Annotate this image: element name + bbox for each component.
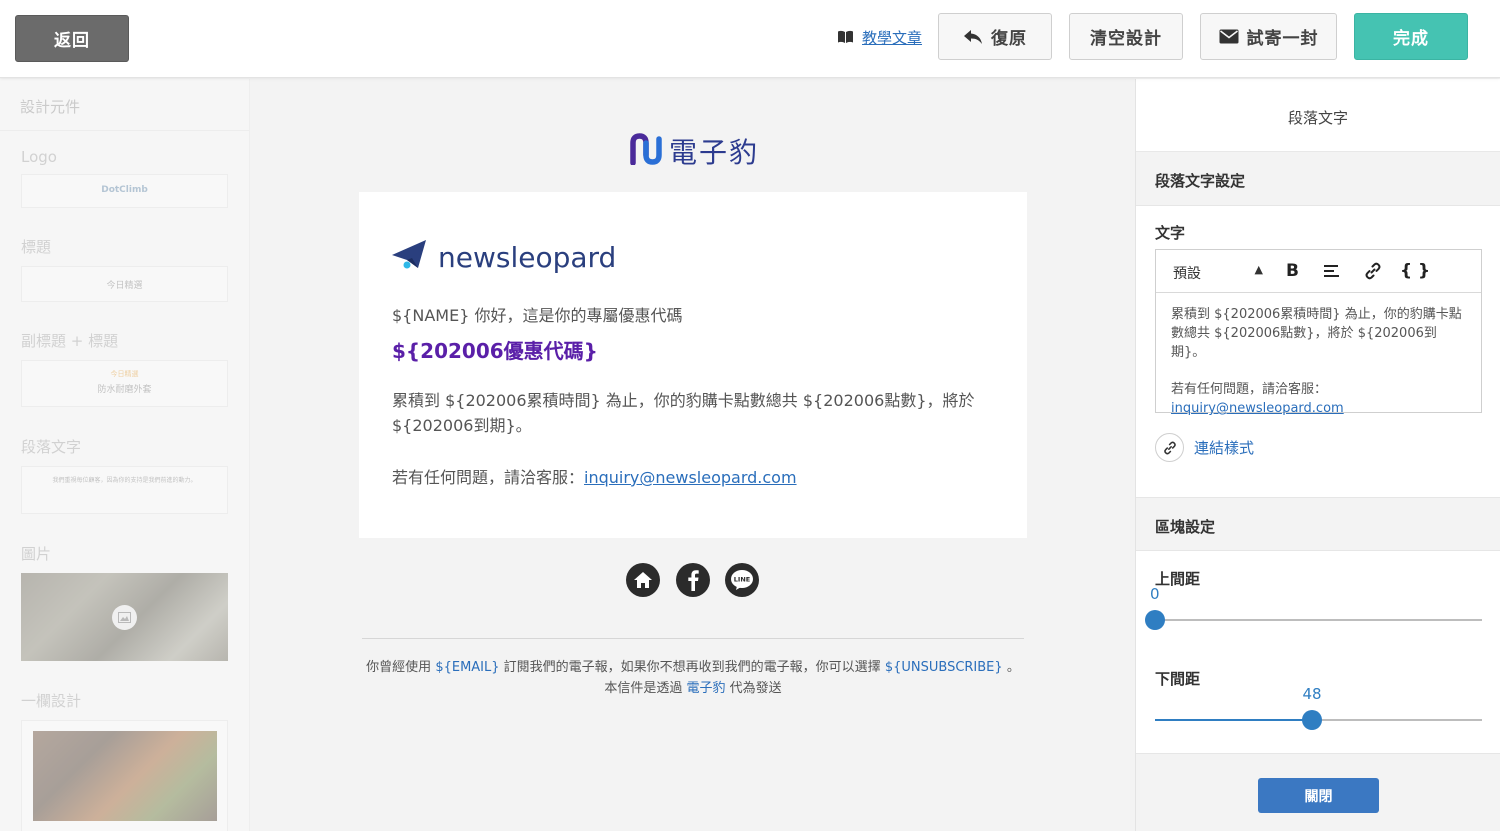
newsleopard-logo-text: newsleopard [438, 240, 617, 274]
undo-label: 復原 [991, 29, 1027, 49]
send-test-label: 試寄一封 [1246, 29, 1319, 49]
sidebar-subheading-preview-sub: 今日精選 [110, 370, 139, 378]
points-paragraph: 累積到 ${202006累積時間} 為止，你的豹購卡點數總共 ${202006點… [392, 391, 975, 435]
footer-text: 。 [1006, 660, 1020, 675]
sidebar-item-subheading[interactable]: 今日精選 防水耐磨外套 [21, 360, 228, 407]
panel-footer: 關閉 [1136, 753, 1500, 831]
newsleopard-logo: newsleopard [392, 238, 616, 276]
link-style-button[interactable]: 連結樣式 [1155, 433, 1254, 462]
top-padding-value: 0 [1150, 585, 1160, 603]
contact-line: 若有任何問題，請洽客服：inquiry@newsleopard.com [392, 464, 797, 488]
slider-thumb[interactable] [1145, 610, 1165, 630]
clear-design-button[interactable]: 清空設計 [1069, 13, 1183, 60]
footer-text: 訂閱我們的電子報，如果你不想再收到我們的電子報，你可以選擇 [503, 660, 881, 675]
sidebar-item-paragraph[interactable]: 我們重視每位顧客，因為你的支持是我們前進的動力。 [21, 466, 228, 514]
editor-contact-line: 若有任何問題，請洽客服： [1171, 382, 1328, 397]
link-style-label: 連結樣式 [1194, 439, 1255, 457]
brand-logo: 電子豹 [629, 131, 759, 171]
line-icon[interactable]: LINE [725, 563, 759, 597]
sidebar-logo-preview: DotClimb [101, 185, 148, 195]
bold-button[interactable]: B [1286, 261, 1299, 281]
link-icon[interactable] [1364, 261, 1382, 281]
top-toolbar: 返回 教學文章 復原 清空設計 試寄一封 完成 [0, 0, 1500, 78]
bottom-padding-label: 下間距 [1155, 670, 1201, 688]
block-settings-header: 區塊設定 [1136, 497, 1500, 551]
clear-design-label: 清空設計 [1090, 29, 1162, 49]
slider-thumb[interactable] [1302, 710, 1322, 730]
panel-title: 段落文字 [1136, 79, 1500, 152]
footer-subscription-notice: 你曾經使用 ${EMAIL} 訂閱我們的電子報，如果你不想再收到我們的電子報，你… [251, 656, 1135, 675]
sidebar-section-paragraph-label: 段落文字 [21, 438, 82, 456]
editor-paragraph: 累積到 ${202006累積時間} 為止，你的豹購卡點數總共 ${202006點… [1171, 307, 1462, 360]
sidebar-section-heading-label: 標題 [21, 238, 52, 256]
envelope-icon [1219, 29, 1239, 44]
brand-name: 電子豹 [669, 136, 760, 169]
sidebar-header: 設計元件 [0, 79, 249, 131]
footer-sender-notice: 本信件是透過 電子豹 代為發送 [251, 677, 1135, 696]
back-button[interactable]: 返回 [15, 15, 129, 62]
footer-divider [362, 638, 1024, 639]
sidebar-section-image-label: 圖片 [21, 545, 52, 563]
top-padding-label: 上間距 [1155, 570, 1201, 588]
rich-text-editor: 預設 ▲ B { } 累積到 ${202006累積時間} 為止，你的豹購卡點數總… [1155, 249, 1482, 416]
send-test-button[interactable]: 試寄一封 [1200, 13, 1337, 60]
home-icon[interactable] [626, 563, 660, 597]
format-select[interactable]: 預設 ▲ [1173, 263, 1263, 283]
email-canvas: 電子豹 newsleopard ${NAME} 你好，這是你的專屬優惠代碼 ${… [251, 79, 1135, 831]
sidebar-section-one-column-label: 一欄設計 [21, 692, 82, 710]
footer-unsubscribe-variable[interactable]: ${UNSUBSCRIBE} [885, 660, 1003, 675]
components-sidebar: 設計元件 Logo DotClimb 標題 今日精選 副標題 + 標題 今日精選… [0, 79, 250, 831]
insert-variable-button[interactable]: { } [1400, 261, 1430, 281]
footer-brand-link[interactable]: 電子豹 [686, 681, 725, 696]
image-placeholder-icon [112, 605, 137, 630]
paper-plane-icon [392, 238, 428, 276]
contact-email-link[interactable]: inquiry@newsleopard.com [584, 468, 797, 487]
sidebar-section-logo-label: Logo [21, 148, 57, 166]
link-style-icon [1155, 433, 1184, 462]
editor-toolbar: 預設 ▲ B { } [1156, 250, 1481, 293]
text-label: 文字 [1155, 224, 1186, 242]
tutorial-link[interactable]: 教學文章 [837, 24, 922, 50]
brand-mark-icon [629, 133, 663, 169]
bottom-padding-slider[interactable] [1155, 710, 1482, 730]
greeting-text: ${NAME} 你好，這是你的專屬優惠代碼 [392, 306, 683, 325]
book-icon [837, 30, 854, 44]
close-panel-button[interactable]: 關閉 [1258, 778, 1379, 813]
tutorial-label: 教學文章 [862, 28, 923, 47]
contact-prefix: 若有任何問題，請洽客服： [392, 468, 585, 487]
sidebar-item-one-column[interactable] [21, 720, 228, 831]
slider-track [1155, 619, 1482, 621]
format-select-value: 預設 [1173, 266, 1201, 282]
footer-email-variable: ${EMAIL} [435, 660, 500, 675]
sidebar-heading-preview: 今日精選 [106, 281, 143, 291]
svg-text:LINE: LINE [734, 576, 750, 584]
editor-email-link[interactable]: inquiry@newsleopard.com [1171, 401, 1344, 416]
text-settings-header: 段落文字設定 [1136, 152, 1500, 206]
sidebar-item-heading[interactable]: 今日精選 [21, 266, 228, 302]
settings-panel: 段落文字 段落文字設定 文字 預設 ▲ B { } 累積到 ${202006累積… [1135, 79, 1500, 831]
paragraph-block[interactable]: newsleopard ${NAME} 你好，這是你的專屬優惠代碼 ${2020… [359, 192, 1027, 538]
one-column-preview-image [33, 731, 217, 821]
sidebar-paragraph-preview: 我們重視每位顧客，因為你的支持是我們前進的動力。 [52, 477, 197, 484]
slider-fill [1155, 719, 1312, 721]
sidebar-section-subheading-label: 副標題 + 標題 [21, 332, 119, 350]
undo-icon [963, 29, 983, 45]
facebook-icon[interactable] [676, 563, 710, 597]
sidebar-item-image[interactable] [21, 573, 228, 661]
undo-button[interactable]: 復原 [938, 13, 1052, 60]
editor-content[interactable]: 累積到 ${202006累積時間} 為止，你的豹購卡點數總共 ${202006點… [1156, 293, 1481, 430]
done-button[interactable]: 完成 [1354, 13, 1468, 60]
bottom-padding-value: 48 [1302, 685, 1322, 703]
sidebar-item-logo[interactable]: DotClimb [21, 174, 228, 208]
coupon-code: ${202006優惠代碼} [392, 339, 598, 363]
footer-text: 本信件是透過 [604, 681, 683, 696]
footer-text: 你曾經使用 [366, 660, 432, 675]
select-arrows-icon: ▲ [1254, 263, 1263, 276]
top-padding-slider[interactable] [1145, 610, 1482, 630]
sidebar-subheading-preview: 防水耐磨外套 [97, 385, 152, 395]
footer-text: 代為發送 [729, 681, 782, 696]
align-left-icon[interactable] [1324, 261, 1340, 281]
